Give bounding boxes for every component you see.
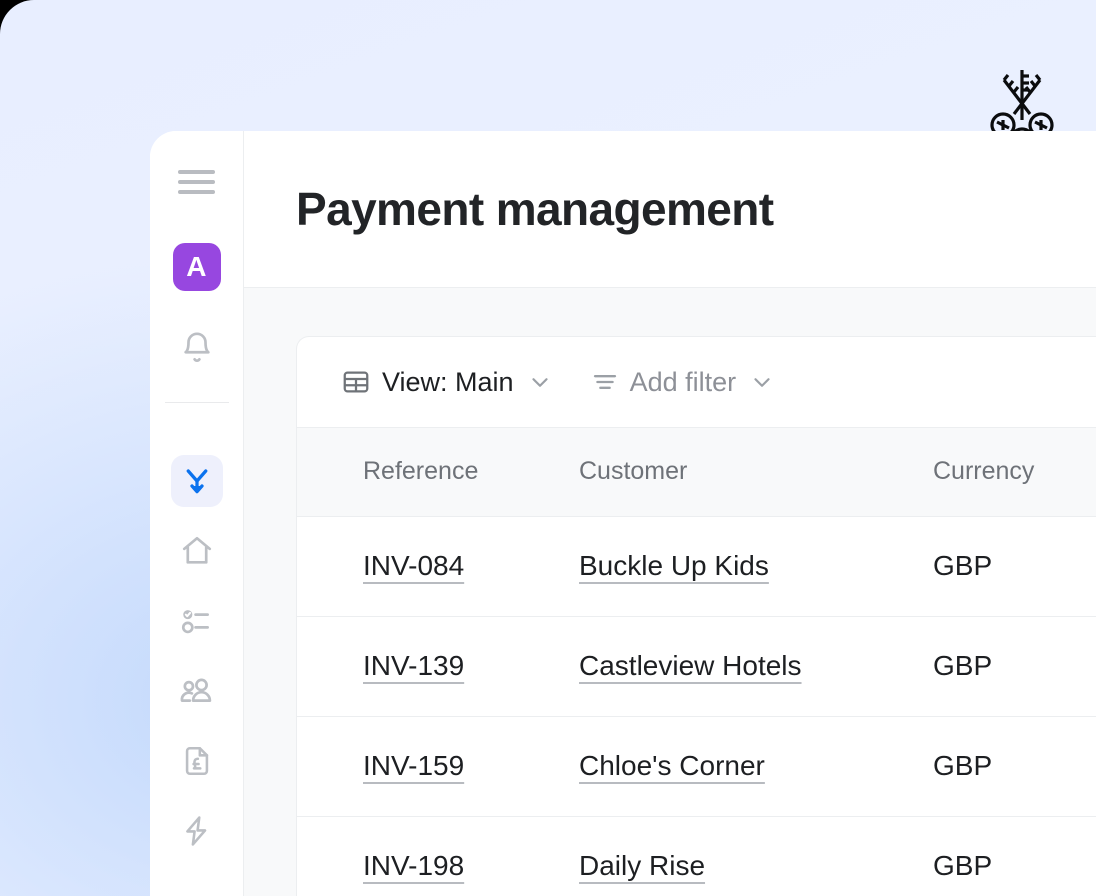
chevron-down-icon [527,369,553,395]
cell-currency: GBP [919,516,1096,617]
payments-table: Reference Customer Currency INV-084 Buckl… [297,428,1096,896]
column-header-currency[interactable]: Currency [919,428,1096,517]
cell-customer: Castleview Hotels [579,616,919,717]
payments-table-card: View: Main Add filter Reference Customer… [296,336,1096,896]
customer-link[interactable]: Buckle Up Kids [579,550,769,581]
reference-link[interactable]: INV-198 [363,850,464,881]
cell-currency: GBP [919,616,1096,717]
main-content: Payment management View: Main Add filter… [244,131,1096,896]
cell-reference: INV-159 [297,716,579,817]
sidebar-item-invoices[interactable] [171,735,223,787]
sidebar-divider [164,402,229,403]
view-selector-button[interactable]: View: Main [341,367,553,397]
view-selector-label: View: Main [382,366,514,397]
add-filter-button[interactable]: Add filter [591,368,776,396]
table-header: Reference Customer Currency [297,428,1096,517]
table-body: INV-084 Buckle Up Kids GBP INV-139 Castlevie… [297,516,1096,896]
hamburger-menu-icon[interactable] [171,165,223,199]
table-grid-icon [341,367,371,397]
sidebar-item-payments[interactable] [170,455,223,507]
chevron-down-icon [749,369,775,395]
sidebar: A [150,131,244,896]
cell-currency: GBP [919,716,1096,817]
sidebar-item-automations[interactable] [171,805,223,857]
table-row[interactable]: INV-159 Chloe's Corner GBP [297,716,1096,817]
reference-link[interactable]: INV-159 [363,750,464,781]
customer-link[interactable]: Chloe's Corner [579,750,765,781]
sidebar-item-tasks[interactable] [171,595,223,647]
cell-reference: INV-139 [297,616,579,717]
cell-reference: INV-084 [297,516,579,617]
customer-link[interactable]: Castleview Hotels [579,650,802,681]
add-filter-label: Add filter [629,366,737,397]
page-header: Payment management [244,131,1096,288]
table-toolbar: View: Main Add filter [297,337,1096,428]
reference-link[interactable]: INV-084 [363,550,464,581]
column-header-reference[interactable]: Reference [297,428,579,517]
app-window: A Payment management View: Main Add filt… [150,131,1096,896]
cell-currency: GBP [919,816,1096,896]
filter-lines-icon [591,368,619,396]
sidebar-item-customers[interactable] [171,665,223,717]
cell-customer: Daily Rise [579,816,919,896]
sidebar-item-home[interactable] [171,525,223,577]
table-row[interactable]: INV-084 Buckle Up Kids GBP [297,516,1096,617]
table-row[interactable]: INV-198 Daily Rise GBP [297,816,1096,896]
cell-customer: Chloe's Corner [579,716,919,817]
avatar[interactable]: A [172,243,221,291]
cell-customer: Buckle Up Kids [579,516,919,617]
customer-link[interactable]: Daily Rise [579,850,705,881]
reference-link[interactable]: INV-139 [363,650,464,681]
table-row[interactable]: INV-139 Castleview Hotels GBP [297,616,1096,717]
column-header-customer[interactable]: Customer [579,428,919,517]
page-root: A Payment management View: Main Add filt… [0,0,1096,896]
bell-icon[interactable] [171,322,223,374]
table-header-row: Reference Customer Currency [297,428,1096,517]
content-area: View: Main Add filter Reference Customer… [244,288,1096,896]
cell-reference: INV-198 [297,816,579,896]
page-title: Payment management [296,182,774,235]
